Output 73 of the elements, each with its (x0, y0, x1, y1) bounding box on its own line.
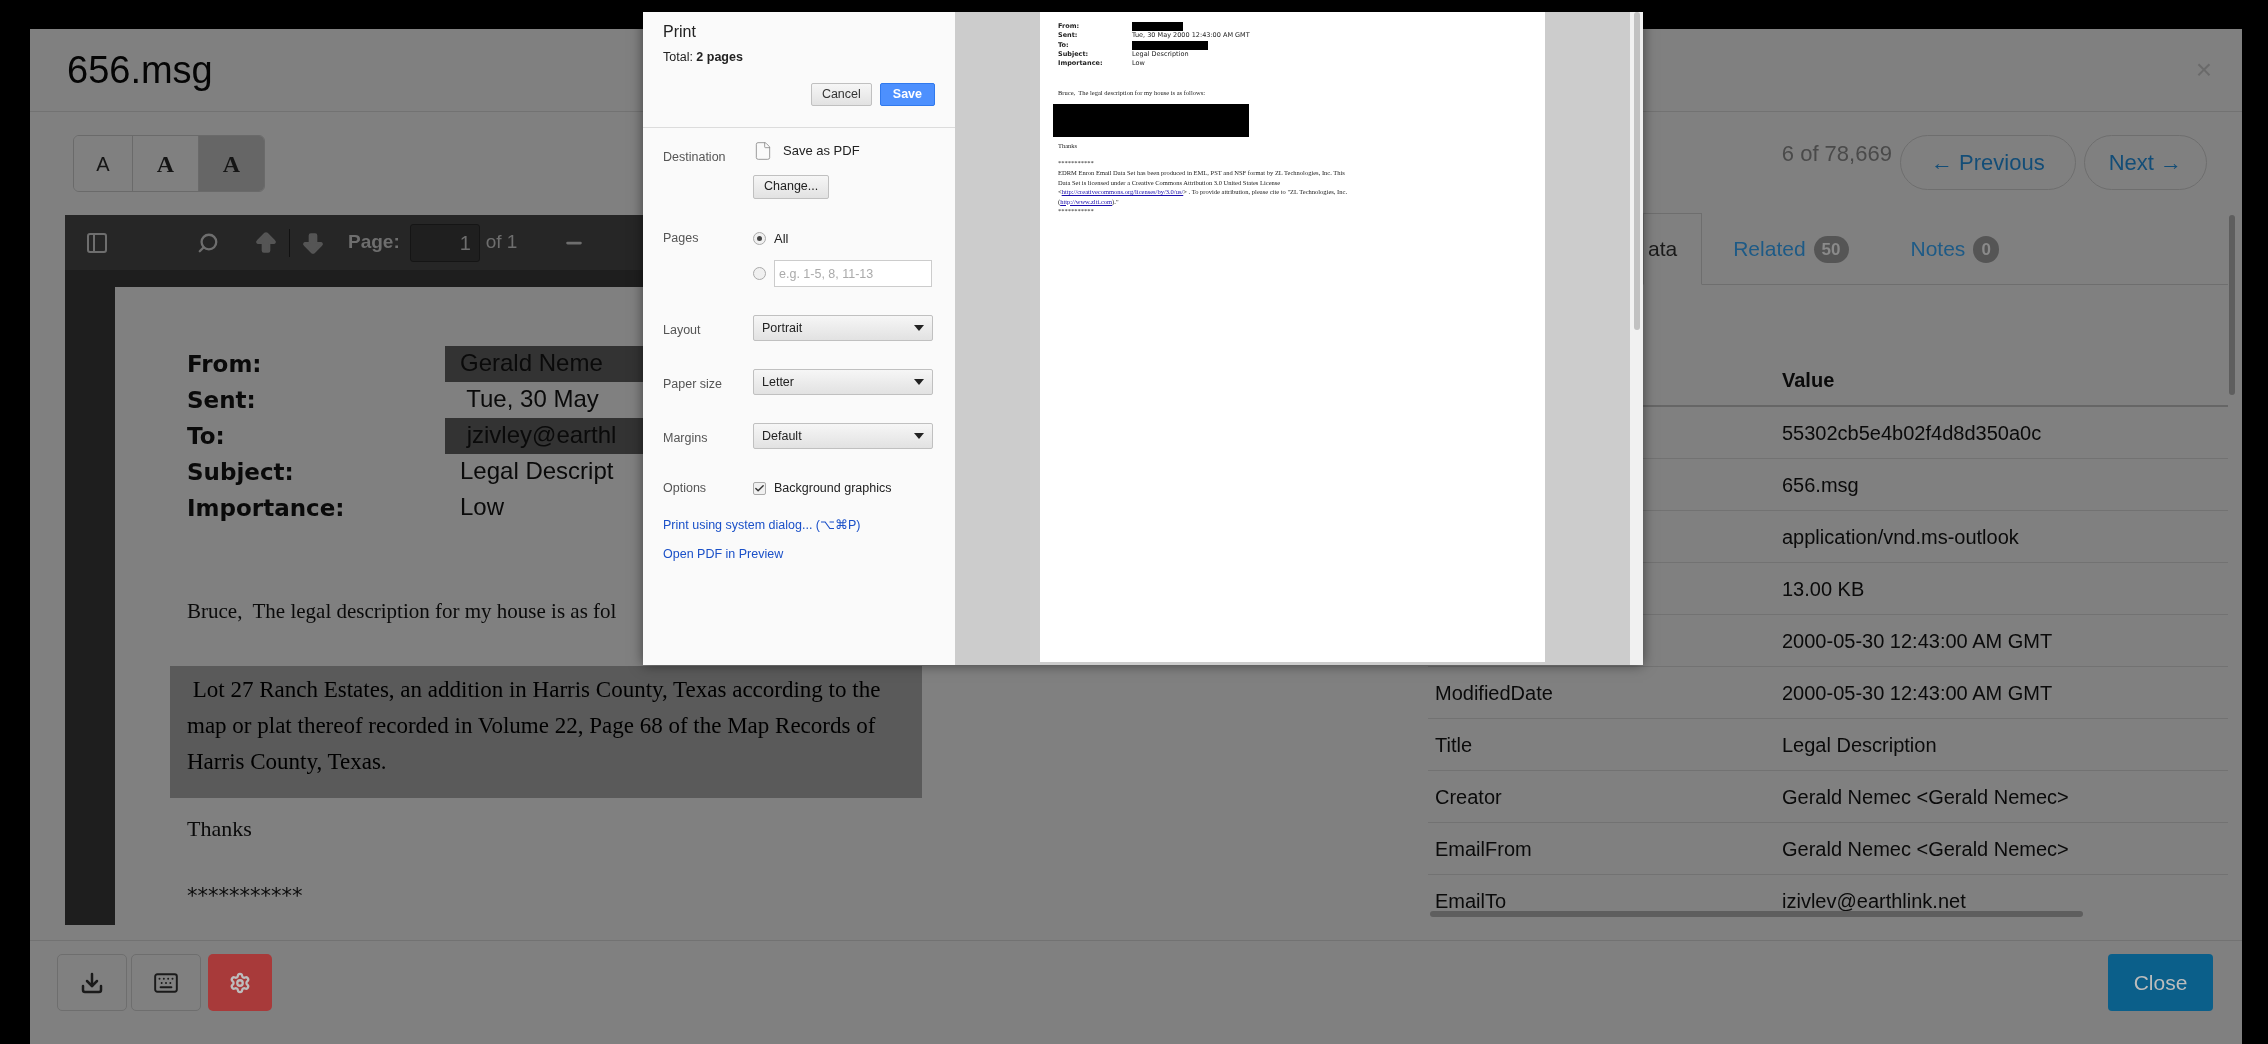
metadata-value: 13.00 KB (1782, 576, 1865, 602)
dialog-link[interactable]: Open PDF in Preview (663, 544, 784, 564)
highlighted-paragraph: Lot 27 Ranch Estates, an addition in Harris County, Texas according to the map or plat thereof recorded in Volume 22, Page 68 of the Map Records of Harris County, Texas. (170, 665, 922, 798)
metadata-key: Title (1435, 733, 1473, 756)
save-button[interactable]: Save (879, 82, 935, 106)
dropdown-caret-icon (914, 379, 924, 386)
email-header-value: Low (460, 492, 505, 522)
dropdown-caret-icon (914, 433, 924, 440)
page-total: Total: 2 pages (663, 49, 743, 66)
setting-dropdown[interactable]: Portrait (753, 315, 933, 342)
metadata-key: EmailTo (1435, 889, 1507, 912)
settings-icon (229, 971, 251, 994)
email-separator: *********** (187, 882, 304, 910)
dialog-title: Print (663, 22, 696, 42)
font-size-button[interactable]: A (198, 136, 264, 191)
horizontal-scrollbar[interactable] (1430, 911, 2083, 917)
email-header-label: From: (187, 350, 263, 379)
setting-dropdown[interactable]: Default (753, 423, 933, 450)
metadata-value: 2000-05-30 12:43:00 AM GMT (1782, 680, 2053, 706)
setting-dropdown[interactable]: Letter (753, 369, 933, 396)
metadata-key: ModifiedDate (1435, 681, 1553, 704)
checkbox-label[interactable]: Background graphics (774, 479, 892, 498)
email-header-label: To: (187, 422, 226, 451)
download-icon (80, 970, 104, 995)
email-header-value: Legal Descript (460, 456, 614, 486)
vertical-scrollbar[interactable] (2229, 215, 2235, 395)
tab[interactable]: ata (1643, 213, 1703, 285)
page-label: Page: (348, 230, 400, 255)
search-icon[interactable] (197, 231, 219, 254)
setting-label: Margins (663, 430, 709, 448)
dialog-link[interactable]: Print using system dialog... (⌥⌘P) (663, 516, 861, 535)
settings-button[interactable] (208, 954, 272, 1011)
radio-button[interactable] (753, 232, 766, 245)
metadata-value: Legal Description (1782, 732, 1937, 758)
metadata-key: Creator (1435, 785, 1502, 808)
email-header-label: Subject: (187, 458, 295, 487)
page-number-field[interactable]: 1 (409, 223, 480, 262)
setting-label: Paper size (663, 376, 724, 394)
metadata-value: Gerald Nemec <Gerald Nemec> (1782, 836, 2069, 862)
download-button[interactable] (57, 954, 127, 1011)
metadata-key: EmailFrom (1435, 837, 1532, 860)
column-header: Value (1782, 368, 1835, 393)
email-closing: Thanks (187, 814, 253, 843)
email-header-label: Sent: (187, 386, 257, 415)
pages-label: Pages (663, 229, 700, 247)
email-body-text: Bruce, The legal description for my house is as fol (187, 598, 617, 625)
modal-title: 656.msg (67, 47, 213, 93)
close-button[interactable]: Close (2108, 954, 2213, 1011)
email-header-label: Importance: (187, 494, 346, 523)
destination-label: Destination (663, 148, 727, 166)
sidebar-toggle-icon[interactable] (85, 230, 109, 255)
change-button[interactable]: Change... (753, 174, 830, 199)
options-label: Options (663, 480, 708, 498)
checkbox[interactable] (753, 482, 766, 496)
file-icon (753, 140, 773, 161)
metadata-value: 2000-05-30 12:43:00 AM GMT (1782, 628, 2053, 654)
metadata-value: izivlev@earthlink.net (1782, 888, 1966, 914)
arrow-up-icon[interactable] (253, 229, 279, 256)
metadata-value: application/vnd.ms-outlook (1782, 524, 2019, 550)
radio-button[interactable] (753, 267, 766, 281)
cancel-button[interactable]: Cancel (810, 82, 872, 106)
preview-scrollbar[interactable] (1630, 12, 1643, 665)
setting-label: Layout (663, 322, 702, 340)
all-pages-option[interactable]: All (774, 228, 789, 249)
page-count: of 1 (485, 230, 518, 255)
metadata-value: 656.msg (1782, 472, 1859, 498)
metadata-value: Gerald Nemec <Gerald Nemec> (1782, 784, 2069, 810)
metadata-value: 55302cb5e4b02f4d8d350a0c (1782, 420, 2042, 446)
keyboard-button[interactable] (131, 954, 201, 1011)
destination-name: Save as PDF (783, 142, 860, 160)
dropdown-caret-icon (914, 325, 924, 332)
email-header-value: Tue, 30 May (465, 384, 599, 414)
page-range-field[interactable]: e.g. 1-5, 8, 11-13 (774, 260, 932, 288)
